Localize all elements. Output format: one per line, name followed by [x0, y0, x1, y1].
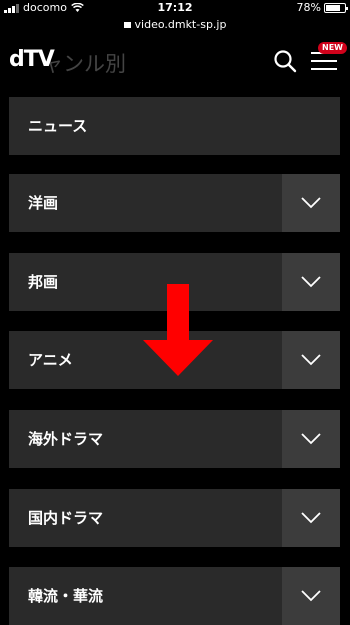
battery-percent: 78% — [296, 1, 321, 14]
chevron-down-icon — [301, 433, 321, 445]
menu-item-label: 韓流・華流 — [28, 587, 104, 605]
url-text: video.dmkt-sp.jp — [134, 18, 227, 31]
search-icon — [274, 50, 297, 73]
expand-toggle[interactable] — [282, 174, 340, 232]
menu-item-label: 邦画 — [28, 273, 59, 291]
menu-line-icon — [311, 60, 337, 62]
menu-item-japanese-dramas[interactable]: 国内ドラマ — [9, 489, 340, 547]
site-header: ャンル別 dTV — [0, 34, 350, 90]
chevron-down-icon — [301, 512, 321, 524]
status-right: 78% — [296, 0, 348, 16]
menu-item-label: 洋画 — [28, 194, 59, 212]
menu-item-label: 国内ドラマ — [28, 509, 104, 527]
expand-toggle[interactable] — [282, 253, 340, 311]
expand-toggle[interactable] — [282, 489, 340, 547]
expand-toggle[interactable] — [282, 410, 340, 468]
expand-toggle[interactable] — [282, 331, 340, 389]
chevron-down-icon — [301, 590, 321, 602]
expand-toggle[interactable] — [282, 567, 340, 625]
menu-item-label: 海外ドラマ — [28, 430, 104, 448]
menu-item-foreign-dramas[interactable]: 海外ドラマ — [9, 410, 340, 468]
chevron-down-icon — [301, 276, 321, 288]
menu-item-korean-chinese[interactable]: 韓流・華流 — [9, 567, 340, 625]
url-bar[interactable]: video.dmkt-sp.jp — [0, 16, 350, 34]
battery-level — [326, 5, 341, 11]
page-title: ャンル別 — [42, 52, 126, 76]
new-badge: NEW — [318, 42, 347, 54]
menu-line-icon — [311, 68, 337, 70]
menu-item-label: アニメ — [28, 351, 73, 369]
menu-item-news[interactable]: ニュース — [9, 97, 340, 155]
chevron-down-icon — [301, 354, 321, 366]
menu-item-foreign-movies[interactable]: 洋画 — [9, 174, 340, 232]
search-button[interactable] — [272, 48, 298, 74]
lock-icon — [123, 22, 131, 28]
scroll-down-arrow-icon — [143, 284, 213, 376]
status-bar: docomo 17:12 78% — [0, 0, 350, 16]
battery-icon — [324, 3, 348, 13]
menu-item-label: ニュース — [28, 117, 88, 135]
chevron-down-icon — [301, 197, 321, 209]
dtv-logo[interactable]: dTV — [9, 47, 55, 72]
